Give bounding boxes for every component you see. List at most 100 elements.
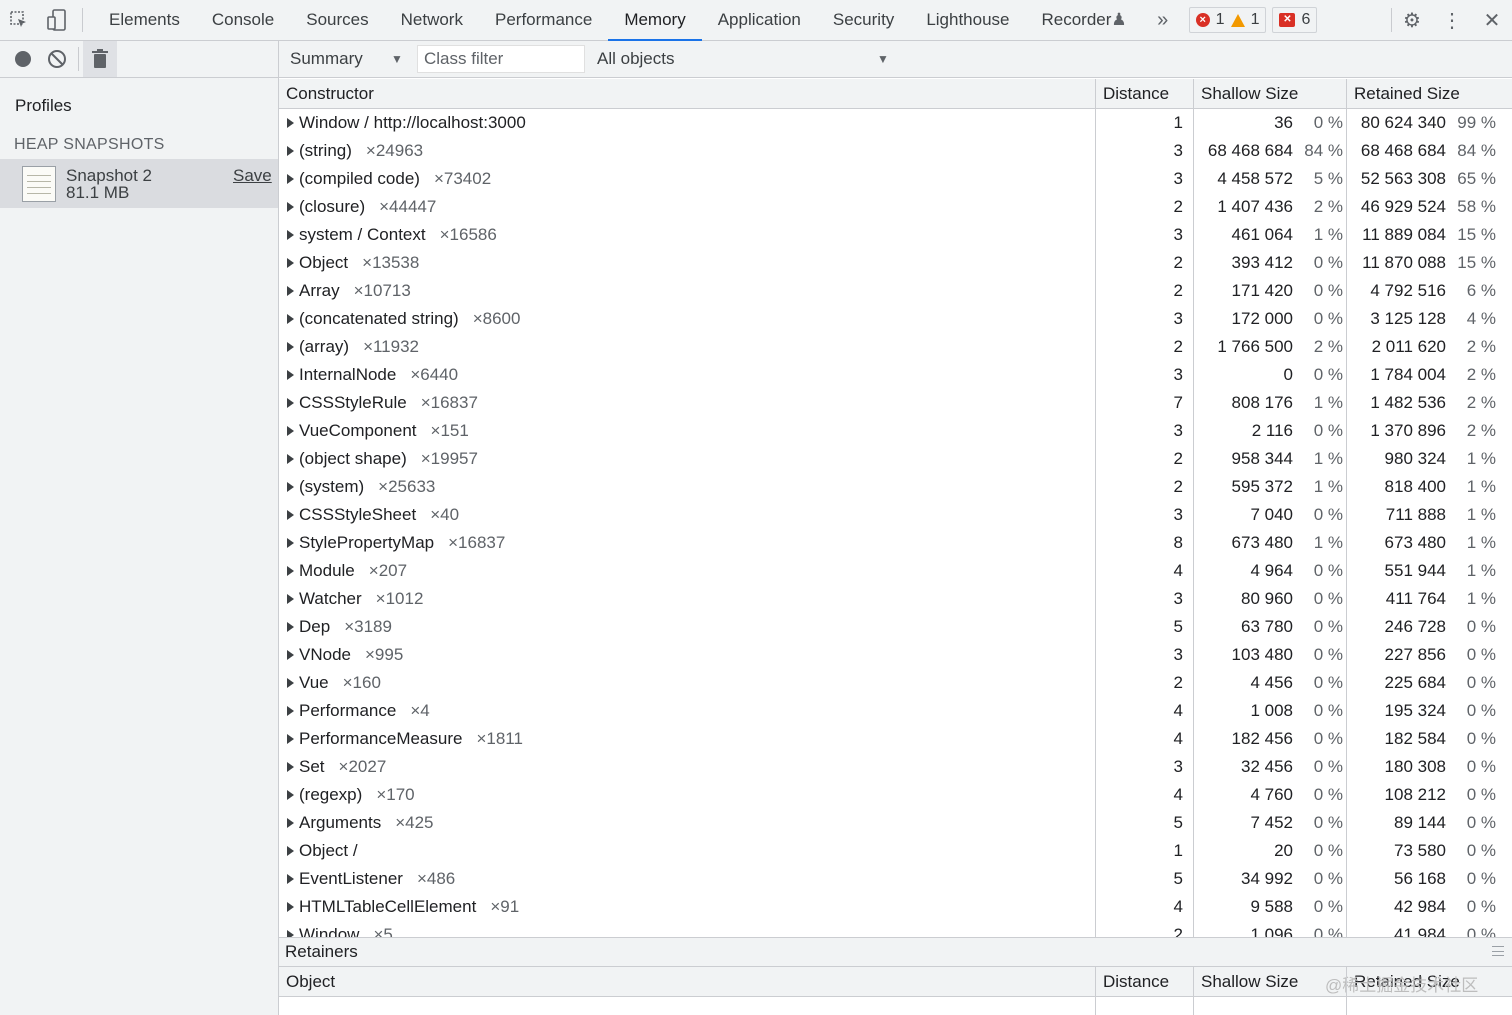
record-icon[interactable] [6, 41, 40, 77]
expand-triangle-icon[interactable] [287, 566, 294, 576]
settings-gear-icon[interactable]: ⚙ [1392, 0, 1432, 40]
column-header-shallow-size[interactable]: Shallow Size [1194, 79, 1346, 108]
table-row[interactable]: InternalNode ×6440 3 0 0 % 1 784 004 2 % [279, 361, 1512, 389]
table-row[interactable]: CSSStyleRule ×16837 7 808 176 1 % 1 482 536 2 … [279, 389, 1512, 417]
table-row[interactable]: Dep ×3189 5 63 780 0 % 246 728 0 % [279, 613, 1512, 641]
table-row[interactable]: CSSStyleSheet ×40 3 7 040 0 % 711 888 1 % [279, 501, 1512, 529]
more-options-icon[interactable]: ⋮ [1432, 0, 1472, 40]
column-header-retained-size[interactable]: Retained Size [1347, 79, 1512, 108]
table-row[interactable]: Arguments ×425 5 7 452 0 % 89 144 0 % [279, 809, 1512, 837]
table-row[interactable]: Object ×13538 2 393 412 0 % 11 870 088 15 % [279, 249, 1512, 277]
collect-garbage-trash-icon[interactable] [83, 41, 117, 77]
column-header-constructor[interactable]: Constructor [279, 79, 1095, 108]
class-filter-input[interactable] [417, 45, 585, 73]
clear-all-profiles-icon[interactable] [40, 41, 74, 77]
shallow-size-value: 595 372 [1231, 477, 1293, 496]
retainers-column-object[interactable]: Object [279, 967, 1095, 996]
retained-size-cell: 73 580 0 % [1347, 837, 1512, 865]
expand-triangle-icon[interactable] [287, 510, 294, 520]
table-row[interactable]: (system) ×25633 2 595 372 1 % 818 400 1 % [279, 473, 1512, 501]
resize-grip-icon[interactable] [1492, 946, 1504, 956]
table-row[interactable]: system / Context ×16586 3 461 064 1 % 11 889 … [279, 221, 1512, 249]
tab-console[interactable]: Console [196, 0, 290, 40]
objects-filter-select[interactable]: All objects ▼ [597, 41, 897, 77]
expand-triangle-icon[interactable] [287, 146, 294, 156]
tab-lighthouse[interactable]: Lighthouse [910, 0, 1025, 40]
table-row[interactable]: (array) ×11932 2 1 766 500 2 % 2 011 620 2 % [279, 333, 1512, 361]
table-row[interactable]: Watcher ×1012 3 80 960 0 % 411 764 1 % [279, 585, 1512, 613]
expand-triangle-icon[interactable] [287, 930, 294, 937]
expand-triangle-icon[interactable] [287, 370, 294, 380]
table-row[interactable]: (concatenated string) ×8600 3 172 000 0 % 3 1… [279, 305, 1512, 333]
table-row[interactable]: VueComponent ×151 3 2 116 0 % 1 370 896 2 % [279, 417, 1512, 445]
column-header-distance[interactable]: Distance [1096, 79, 1193, 108]
table-row[interactable]: Module ×207 4 4 964 0 % 551 944 1 % [279, 557, 1512, 585]
expand-triangle-icon[interactable] [287, 398, 294, 408]
expand-triangle-icon[interactable] [287, 706, 294, 716]
table-row[interactable]: Vue ×160 2 4 456 0 % 225 684 0 % [279, 669, 1512, 697]
expand-triangle-icon[interactable] [287, 902, 294, 912]
table-row[interactable]: Window / http://localhost:3000 1 36 0 % 80 6… [279, 109, 1512, 137]
expand-triangle-icon[interactable] [287, 846, 294, 856]
expand-triangle-icon[interactable] [287, 482, 294, 492]
retainers-column-shallow-size[interactable]: Shallow Size [1194, 967, 1346, 996]
expand-triangle-icon[interactable] [287, 286, 294, 296]
expand-triangle-icon[interactable] [287, 650, 294, 660]
expand-triangle-icon[interactable] [287, 342, 294, 352]
expand-triangle-icon[interactable] [287, 230, 294, 240]
issues-counter[interactable]: ✕ 6 [1272, 7, 1318, 33]
constructor-cell: (object shape) ×19957 [279, 445, 1095, 473]
expand-triangle-icon[interactable] [287, 538, 294, 548]
error-warning-counters[interactable]: × 1 1 [1188, 7, 1267, 33]
expand-triangle-icon[interactable] [287, 874, 294, 884]
tab-performance[interactable]: Performance [479, 0, 608, 40]
table-row[interactable]: StylePropertyMap ×16837 8 673 480 1 % 673 480… [279, 529, 1512, 557]
expand-triangle-icon[interactable] [287, 174, 294, 184]
table-row[interactable]: PerformanceMeasure ×1811 4 182 456 0 % 182 58… [279, 725, 1512, 753]
close-devtools-icon[interactable]: ✕ [1472, 0, 1512, 40]
table-row[interactable]: (compiled code) ×73402 3 4 458 572 5 % 52 563… [279, 165, 1512, 193]
expand-triangle-icon[interactable] [287, 118, 294, 128]
device-toolbar-icon[interactable] [38, 0, 76, 40]
expand-triangle-icon[interactable] [287, 762, 294, 772]
table-row[interactable]: Object / 1 20 0 % 73 580 0 % [279, 837, 1512, 865]
table-row[interactable]: HTMLTableCellElement ×91 4 9 588 0 % 42 984 0 … [279, 893, 1512, 921]
expand-triangle-icon[interactable] [287, 594, 294, 604]
expand-triangle-icon[interactable] [287, 734, 294, 744]
snapshot-item[interactable]: Snapshot 2 81.1 MB Save [0, 159, 278, 208]
expand-triangle-icon[interactable] [287, 426, 294, 436]
table-row[interactable]: Window ×5 2 1 096 0 % 41 984 0 % [279, 921, 1512, 937]
table-row[interactable]: Set ×2027 3 32 456 0 % 180 308 0 % [279, 753, 1512, 781]
distance-cell: 5 [1173, 813, 1183, 832]
tab-elements[interactable]: Elements [93, 0, 196, 40]
tab-security[interactable]: Security [817, 0, 910, 40]
expand-triangle-icon[interactable] [287, 202, 294, 212]
retainers-column-distance[interactable]: Distance [1096, 967, 1193, 996]
expand-triangle-icon[interactable] [287, 314, 294, 324]
view-mode-select[interactable]: Summary ▼ [279, 41, 411, 77]
table-row[interactable]: (string) ×24963 3 68 468 684 84 % 68 468 684 8… [279, 137, 1512, 165]
tab-sources[interactable]: Sources [290, 0, 384, 40]
expand-triangle-icon[interactable] [287, 790, 294, 800]
table-row[interactable]: (object shape) ×19957 2 958 344 1 % 980 324 1 … [279, 445, 1512, 473]
tab-network[interactable]: Network [385, 0, 479, 40]
table-row[interactable]: Array ×10713 2 171 420 0 % 4 792 516 6 % [279, 277, 1512, 305]
shallow-size-value: 958 344 [1231, 449, 1293, 468]
more-tabs-chevron-icon[interactable]: » [1143, 9, 1183, 32]
save-snapshot-link[interactable]: Save [233, 166, 272, 186]
inspect-element-icon[interactable] [0, 0, 38, 40]
table-row[interactable]: (closure) ×44447 2 1 407 436 2 % 46 929 524 58… [279, 193, 1512, 221]
table-row[interactable]: (regexp) ×170 4 4 760 0 % 108 212 0 % [279, 781, 1512, 809]
expand-triangle-icon[interactable] [287, 678, 294, 688]
expand-triangle-icon[interactable] [287, 818, 294, 828]
expand-triangle-icon[interactable] [287, 454, 294, 464]
expand-triangle-icon[interactable] [287, 258, 294, 268]
retained-size-value: 980 324 [1384, 449, 1446, 468]
tab-application[interactable]: Application [702, 0, 817, 40]
expand-triangle-icon[interactable] [287, 622, 294, 632]
tab-memory[interactable]: Memory [608, 0, 703, 41]
table-row[interactable]: Performance ×4 4 1 008 0 % 195 324 0 % [279, 697, 1512, 725]
tab-recorder[interactable]: Recorder ♟ [1026, 0, 1143, 40]
table-row[interactable]: EventListener ×486 5 34 992 0 % 56 168 0 % [279, 865, 1512, 893]
table-row[interactable]: VNode ×995 3 103 480 0 % 227 856 0 % [279, 641, 1512, 669]
